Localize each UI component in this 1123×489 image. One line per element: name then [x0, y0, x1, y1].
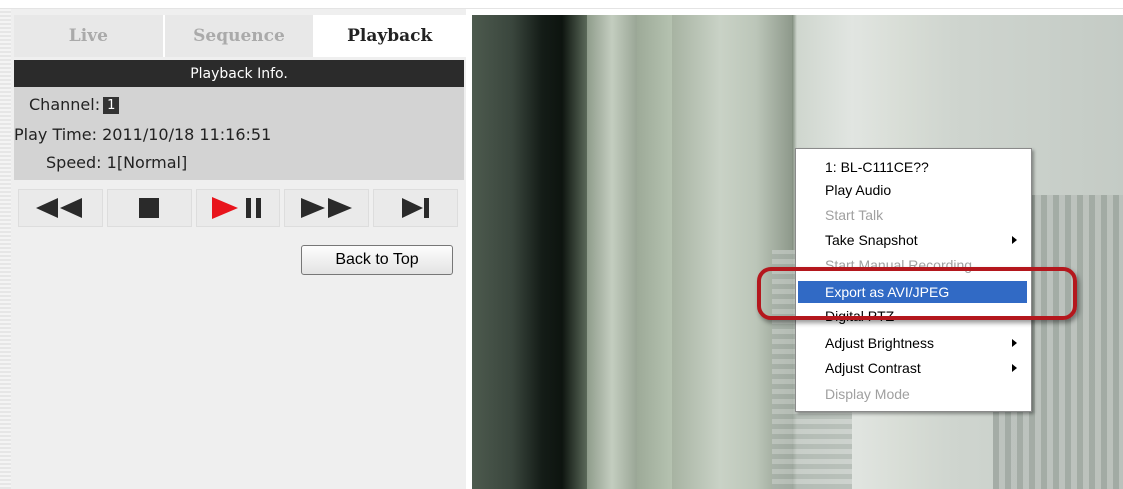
menu-item-start-talk[interactable]: Start Talk	[798, 204, 1027, 226]
skip-to-end-icon	[401, 198, 429, 218]
menu-item-adjust-contrast[interactable]: Adjust Contrast	[798, 357, 1027, 379]
video-pole-left	[587, 15, 637, 489]
fast-forward-icon	[300, 198, 352, 218]
speed-value: 1[Normal]	[106, 153, 188, 172]
speed-row: Speed: 1[Normal]	[46, 153, 187, 172]
play-time-value: 2011/10/18 11:16:51	[102, 125, 272, 144]
menu-item-label: 1: BL-C111CE??	[825, 159, 929, 175]
menu-item-take-snapshot[interactable]: Take Snapshot	[798, 229, 1027, 251]
menu-item-play-audio[interactable]: Play Audio	[798, 179, 1027, 201]
tab-live[interactable]: Live	[14, 15, 165, 57]
rewind-button[interactable]	[18, 189, 103, 227]
play-pause-button[interactable]	[195, 189, 281, 227]
playback-info-box: Channel: 1 Play Time: 2011/10/18 11:16:51…	[14, 87, 464, 180]
tab-playback[interactable]: Playback	[315, 15, 467, 57]
menu-item-camera[interactable]: 1: BL-C111CE??	[798, 156, 1027, 178]
playback-controls	[18, 189, 458, 227]
speed-label: Speed:	[46, 153, 102, 172]
channel-label: Channel:	[29, 95, 101, 114]
submenu-arrow-icon	[1012, 339, 1017, 347]
menu-item-label: Adjust Brightness	[825, 335, 934, 351]
menu-item-label: Play Audio	[825, 182, 892, 198]
fast-forward-button[interactable]	[284, 189, 370, 227]
menu-item-adjust-brightness[interactable]: Adjust Brightness	[798, 332, 1027, 354]
rewind-icon	[36, 198, 83, 218]
play-time-row: Play Time: 2011/10/18 11:16:51	[14, 125, 271, 144]
mode-tabs: Live Sequence Playback	[14, 15, 467, 57]
stop-icon	[139, 198, 160, 218]
submenu-arrow-icon	[1012, 236, 1017, 244]
channel-row: Channel: 1	[29, 95, 120, 114]
menu-item-display-mode[interactable]: Display Mode	[798, 383, 1027, 405]
top-border	[0, 0, 1123, 9]
submenu-arrow-icon	[1012, 364, 1017, 372]
menu-item-label: Adjust Contrast	[825, 360, 921, 376]
menu-item-label: Start Talk	[825, 207, 884, 223]
menu-item-label: Display Mode	[825, 386, 910, 402]
playback-info-header: Playback Info.	[14, 60, 464, 87]
stop-button[interactable]	[106, 189, 192, 227]
menu-item-label: Take Snapshot	[825, 232, 918, 248]
left-edge-strip	[0, 9, 11, 489]
left-panel: Live Sequence Playback Playback Info. Ch…	[11, 9, 467, 489]
back-to-top-button[interactable]: Back to Top	[301, 245, 453, 275]
play-time-label: Play Time:	[14, 125, 97, 144]
channel-badge: 1	[103, 97, 120, 114]
play-pause-icon	[211, 197, 261, 219]
skip-to-end-button[interactable]	[373, 189, 458, 227]
tab-sequence[interactable]: Sequence	[164, 15, 316, 57]
highlight-annotation-ring	[757, 267, 1077, 320]
